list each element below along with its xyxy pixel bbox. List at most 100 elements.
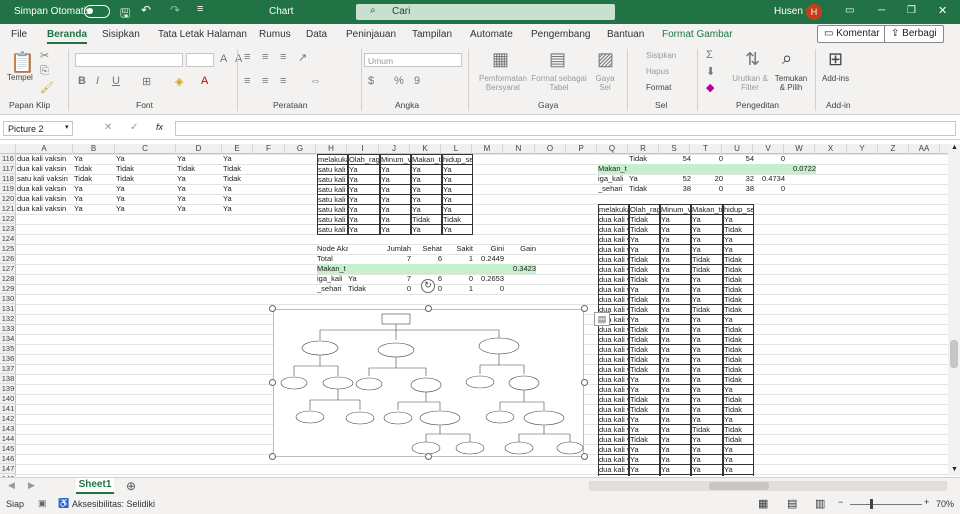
header-cell[interactable]: Gain [504,244,536,254]
cell[interactable]: Makan_t [598,164,629,174]
orientation-icon[interactable]: ↗ [298,51,307,64]
horizontal-scrollbar[interactable] [589,481,947,491]
resize-handle[interactable] [269,305,276,312]
column-header[interactable]: P [566,144,597,154]
cell[interactable] [348,254,380,264]
cell[interactable]: satu kali vaksin [17,174,74,184]
tab-data[interactable]: Data [306,29,327,40]
cell[interactable]: Ya [223,184,254,194]
ribbon-display-icon[interactable]: ▭ [845,5,854,16]
cell[interactable]: dua kali vaksin [17,184,74,194]
column-header[interactable]: T [690,144,722,154]
cell[interactable]: 0 [691,184,723,194]
cell[interactable]: _sehari [317,284,348,294]
row-header[interactable]: 123 [0,224,16,234]
cell[interactable]: 0 [691,154,723,164]
column-header[interactable]: Z [878,144,909,154]
zoom-thumb[interactable] [870,499,873,509]
align-center-icon[interactable]: ≡ [262,75,268,87]
cell[interactable]: Ya [442,224,473,235]
cell[interactable]: Ya [74,184,116,194]
row-header[interactable]: 131 [0,304,16,314]
scroll-up-icon[interactable]: ▲ [951,144,958,151]
cell[interactable]: 0.4734 [754,174,785,184]
row-header[interactable]: 145 [0,444,16,454]
layout-options-icon[interactable]: ▤ [594,312,610,326]
cell[interactable] [504,254,536,264]
vertical-scrollbar[interactable]: ▲ ▼ [948,144,960,476]
cell[interactable]: dua kali va [598,474,629,476]
search-box[interactable]: ⌕ Cari [356,4,615,20]
cell[interactable]: 0.2653 [473,274,504,284]
tab-file[interactable]: File [11,29,27,40]
cell[interactable]: Tidak [74,174,116,184]
comma-icon[interactable]: 9 [414,75,420,87]
row-header[interactable]: 125 [0,244,16,254]
column-header[interactable]: X [815,144,847,154]
cell[interactable]: Ya [116,154,177,164]
tab-developer[interactable]: Pengembang [531,29,591,40]
cell[interactable]: Ya [177,204,223,214]
cell[interactable] [785,154,816,164]
zoom-slider[interactable] [850,504,922,505]
tab-picture-format[interactable]: Format Gambar [662,29,733,40]
cell[interactable] [473,264,504,274]
rotate-handle-icon[interactable]: ↻ [421,279,435,293]
row-header[interactable]: 134 [0,334,16,344]
cell[interactable]: Ya [74,194,116,204]
cell[interactable]: dua kali vaksin [17,154,74,164]
cell[interactable]: Tidak [116,164,177,174]
row-header[interactable]: 136 [0,354,16,364]
column-header[interactable]: U [722,144,753,154]
row-header[interactable]: 120 [0,194,16,204]
cell[interactable] [723,164,754,174]
tab-insert[interactable]: Sisipkan [102,29,140,40]
cell[interactable]: 7 [380,274,411,284]
row-header[interactable]: 122 [0,214,16,224]
column-header[interactable]: K [410,144,441,154]
cell[interactable]: satu kali v [317,224,348,235]
tab-formulas[interactable]: Rumus [259,29,291,40]
cell[interactable]: Ya [116,194,177,204]
align-top-icon[interactable]: ≡ [244,51,250,63]
cell[interactable]: Ya [691,474,723,476]
cell[interactable] [442,264,473,274]
column-header[interactable]: R [628,144,659,154]
cell[interactable]: 54 [723,154,754,164]
column-header[interactable]: G [285,144,316,154]
restore-icon[interactable]: ❐ [907,5,916,16]
cell[interactable]: Ya [116,184,177,194]
cell[interactable]: Ya [348,274,380,284]
cell[interactable]: dua kali vaksin [17,204,74,214]
cell[interactable]: 38 [723,184,754,194]
cell[interactable]: Makan_t [317,264,348,274]
row-header[interactable]: 147 [0,464,16,474]
cell[interactable]: 1 [442,284,473,294]
cell[interactable] [348,264,380,274]
close-icon[interactable]: ✕ [938,4,947,17]
cell[interactable]: 0 [380,284,411,294]
autosum-icon[interactable]: Σ [706,49,713,61]
tab-view[interactable]: Tampilan [412,29,452,40]
row-header[interactable]: 132 [0,314,16,324]
cell[interactable]: 0 [754,184,785,194]
undo-icon[interactable]: ↶ [141,3,151,17]
paste-button[interactable]: Tempel [7,73,33,82]
cell[interactable]: 32 [723,174,754,184]
add-sheet-icon[interactable]: ⊕ [126,479,136,493]
formula-input[interactable] [175,121,956,136]
cell[interactable]: Tidak [74,164,116,174]
scroll-thumb[interactable] [709,482,769,490]
minimize-icon[interactable]: ─ [878,5,885,16]
underline-icon[interactable]: U [112,75,120,87]
cell[interactable] [629,164,660,174]
add-ins-button[interactable]: Add-ins [822,74,849,83]
next-sheet-icon[interactable]: ▶ [28,480,35,491]
cell[interactable]: 0 [754,154,785,164]
redo-icon[interactable]: ↷ [170,3,180,17]
column-header[interactable]: M [472,144,503,154]
cell[interactable]: Total [317,254,348,264]
cell[interactable]: iga_kali [317,274,348,284]
conditional-format-button[interactable]: Pemformatan Bersyarat [476,74,530,92]
column-header[interactable]: C [115,144,176,154]
